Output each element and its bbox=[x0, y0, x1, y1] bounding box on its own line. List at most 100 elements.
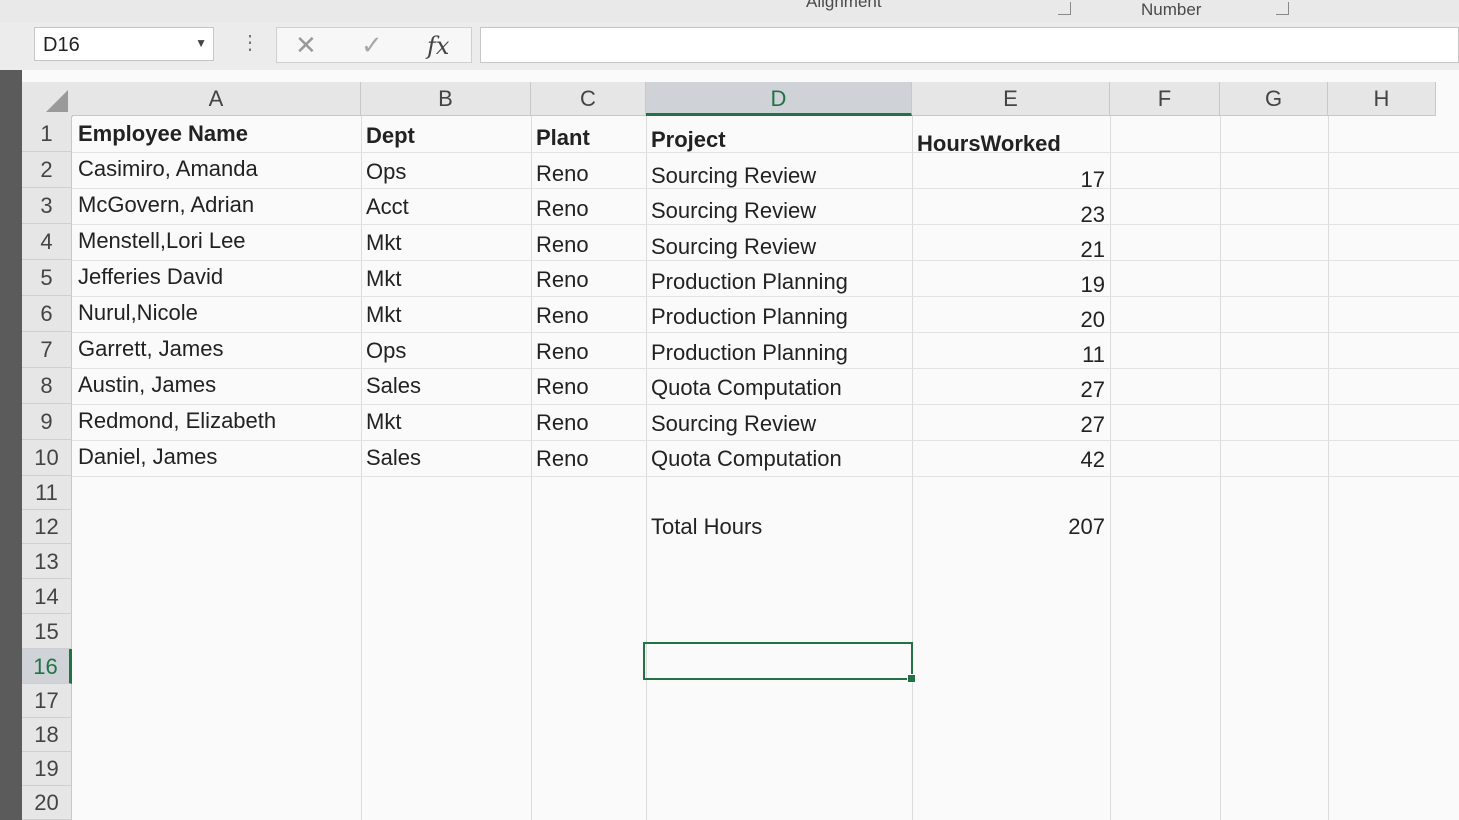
total-hours-label[interactable]: Total Hours bbox=[651, 510, 762, 544]
row-header-7[interactable]: 7 bbox=[22, 332, 72, 368]
table-row-cell-hours[interactable]: 19 bbox=[912, 268, 1105, 302]
cell-d1[interactable]: Project bbox=[651, 123, 726, 157]
x-icon[interactable]: ✕ bbox=[295, 30, 317, 61]
column-header-g[interactable]: G bbox=[1220, 82, 1328, 116]
table-row-cell-project[interactable]: Production Planning bbox=[651, 300, 848, 334]
table-row-cell-project[interactable]: Quota Computation bbox=[651, 371, 842, 405]
column-header-f[interactable]: F bbox=[1110, 82, 1220, 116]
column-header-b[interactable]: B bbox=[361, 82, 531, 116]
cell-a1[interactable]: Employee Name bbox=[78, 117, 248, 151]
gridline bbox=[361, 116, 362, 820]
table-row-cell-name[interactable]: Austin, James bbox=[78, 368, 216, 402]
chevron-down-icon[interactable]: ▼ bbox=[195, 36, 207, 50]
number-dialog-launcher-icon[interactable] bbox=[1276, 2, 1289, 15]
table-row-cell-project[interactable]: Quota Computation bbox=[651, 442, 842, 476]
column-header-e[interactable]: E bbox=[912, 82, 1110, 116]
table-row-cell-project[interactable]: Production Planning bbox=[651, 265, 848, 299]
row-header-11[interactable]: 11 bbox=[22, 476, 72, 510]
name-box-value: D16 bbox=[43, 34, 80, 56]
table-row-cell-dept[interactable]: Ops bbox=[366, 155, 406, 189]
total-hours-value[interactable]: 207 bbox=[912, 510, 1105, 544]
ribbon-group-alignment-label: Alignment bbox=[806, 0, 882, 11]
row-header-2[interactable]: 2 bbox=[22, 152, 72, 188]
table-row-cell-project[interactable]: Production Planning bbox=[651, 336, 848, 370]
ribbon-group-number-label: Number bbox=[1141, 0, 1202, 19]
row-header-18[interactable]: 18 bbox=[22, 718, 72, 752]
more-options-icon[interactable]: ⋮ bbox=[240, 30, 260, 55]
table-row-cell-name[interactable]: Garrett, James bbox=[78, 332, 223, 366]
table-row-cell-name[interactable]: McGovern, Adrian bbox=[78, 188, 254, 222]
table-row-cell-name[interactable]: Daniel, James bbox=[78, 440, 217, 474]
table-row-cell-plant[interactable]: Reno bbox=[536, 335, 589, 369]
row-header-20[interactable]: 20 bbox=[22, 786, 72, 820]
gridline bbox=[72, 476, 1459, 477]
table-row-cell-dept[interactable]: Mkt bbox=[366, 298, 401, 332]
gridline bbox=[1110, 116, 1111, 820]
table-row-cell-dept[interactable]: Sales bbox=[366, 369, 421, 403]
column-header-c[interactable]: C bbox=[531, 82, 646, 116]
row-header-4[interactable]: 4 bbox=[22, 224, 72, 260]
column-header-d[interactable]: D bbox=[646, 82, 912, 116]
row-header-9[interactable]: 9 bbox=[22, 404, 72, 440]
table-row-cell-name[interactable]: Jefferies David bbox=[78, 260, 223, 294]
column-header-h[interactable]: H bbox=[1328, 82, 1436, 116]
row-header-6[interactable]: 6 bbox=[22, 296, 72, 332]
table-row-cell-hours[interactable]: 27 bbox=[912, 408, 1105, 442]
table-row-cell-plant[interactable]: Reno bbox=[536, 299, 589, 333]
table-row-cell-project[interactable]: Sourcing Review bbox=[651, 194, 816, 228]
table-row-cell-hours[interactable]: 23 bbox=[912, 198, 1105, 232]
row-header-19[interactable]: 19 bbox=[22, 752, 72, 786]
table-row-cell-hours[interactable]: 21 bbox=[912, 233, 1105, 267]
active-cell-selection[interactable] bbox=[643, 642, 913, 680]
table-row-cell-dept[interactable]: Acct bbox=[366, 190, 409, 224]
table-row-cell-dept[interactable]: Mkt bbox=[366, 405, 401, 439]
table-row-cell-plant[interactable]: Reno bbox=[536, 192, 589, 226]
row-header-17[interactable]: 17 bbox=[22, 684, 72, 718]
alignment-dialog-launcher-icon[interactable] bbox=[1058, 2, 1071, 15]
cell-b1[interactable]: Dept bbox=[366, 119, 415, 153]
table-row-cell-hours[interactable]: 11 bbox=[912, 338, 1105, 372]
fill-handle[interactable] bbox=[907, 674, 916, 683]
table-row-cell-name[interactable]: Casimiro, Amanda bbox=[78, 152, 258, 186]
row-header-15[interactable]: 15 bbox=[22, 614, 72, 649]
table-row-cell-plant[interactable]: Reno bbox=[536, 263, 589, 297]
table-row-cell-plant[interactable]: Reno bbox=[536, 157, 589, 191]
row-header-10[interactable]: 10 bbox=[22, 440, 72, 476]
table-row-cell-project[interactable]: Sourcing Review bbox=[651, 230, 816, 264]
row-header-5[interactable]: 5 bbox=[22, 260, 72, 296]
row-header-13[interactable]: 13 bbox=[22, 544, 72, 579]
table-row-cell-hours[interactable]: 42 bbox=[912, 443, 1105, 477]
cell-c1[interactable]: Plant bbox=[536, 121, 590, 155]
table-row-cell-hours[interactable]: 20 bbox=[912, 303, 1105, 337]
row-header-8[interactable]: 8 bbox=[22, 368, 72, 404]
row-header-16[interactable]: 16 bbox=[22, 649, 72, 684]
table-row-cell-hours[interactable]: 17 bbox=[912, 163, 1105, 197]
table-row-cell-plant[interactable]: Reno bbox=[536, 442, 589, 476]
gridline bbox=[1328, 116, 1329, 820]
formula-input[interactable] bbox=[480, 27, 1459, 63]
table-row-cell-project[interactable]: Sourcing Review bbox=[651, 407, 816, 441]
table-row-cell-plant[interactable]: Reno bbox=[536, 406, 589, 440]
row-header-3[interactable]: 3 bbox=[22, 188, 72, 224]
table-row-cell-dept[interactable]: Sales bbox=[366, 441, 421, 475]
row-header-12[interactable]: 12 bbox=[22, 510, 72, 544]
table-row-cell-dept[interactable]: Ops bbox=[366, 334, 406, 368]
table-row-cell-name[interactable]: Nurul,Nicole bbox=[78, 296, 198, 330]
table-row-cell-project[interactable]: Sourcing Review bbox=[651, 159, 816, 193]
table-row-cell-dept[interactable]: Mkt bbox=[366, 226, 401, 260]
row-header-14[interactable]: 14 bbox=[22, 579, 72, 614]
table-row-cell-plant[interactable]: Reno bbox=[536, 228, 589, 262]
table-row-cell-plant[interactable]: Reno bbox=[536, 370, 589, 404]
table-row-cell-name[interactable]: Redmond, Elizabeth bbox=[78, 404, 276, 438]
name-box[interactable]: D16 ▼ bbox=[34, 27, 214, 61]
column-header-a[interactable]: A bbox=[72, 82, 361, 116]
check-icon[interactable]: ✓ bbox=[361, 30, 383, 61]
insert-function-icon[interactable]: fx bbox=[427, 32, 449, 60]
table-row-cell-name[interactable]: Menstell,Lori Lee bbox=[78, 224, 246, 258]
cell-e1[interactable]: HoursWorked bbox=[917, 127, 1061, 161]
table-row-cell-dept[interactable]: Mkt bbox=[366, 262, 401, 296]
select-all-button[interactable] bbox=[22, 82, 73, 117]
gridline bbox=[72, 152, 1459, 153]
row-header-1[interactable]: 1 bbox=[22, 116, 72, 152]
table-row-cell-hours[interactable]: 27 bbox=[912, 373, 1105, 407]
